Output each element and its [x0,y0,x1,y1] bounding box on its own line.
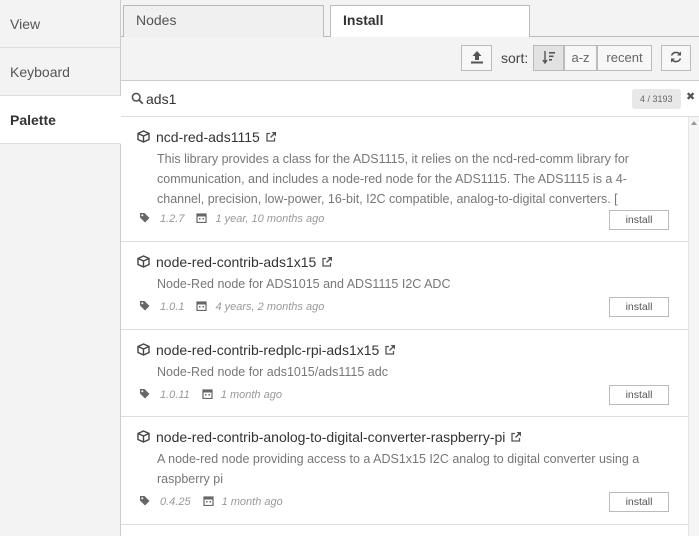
calendar-icon [202,389,213,399]
external-link-icon[interactable] [510,431,522,443]
settings-sidebar: View Keyboard Palette [0,0,121,536]
cube-icon [137,130,150,143]
external-link-icon[interactable] [265,131,277,143]
list-item: ncd-red-ads1115 This library provides a … [121,117,688,242]
package-meta: 1.2.7 1 year, 10 months ago [139,212,324,225]
result-count-badge: 4 / 3193 [632,89,681,109]
scroll-up-icon[interactable] [691,121,697,125]
refresh-icon [670,51,682,63]
package-updated: 4 years, 2 months ago [215,301,325,313]
cube-icon [137,255,150,268]
external-link-icon[interactable] [384,344,396,356]
tab-nodes[interactable]: Nodes [123,5,324,37]
list-item: node-red-contrib-redplc-rpi-ads1x15 Node… [121,330,688,417]
package-version: 1.0.1 [160,301,185,313]
package-version: 1.0.11 [160,389,190,401]
package-name: node-red-contrib-redplc-rpi-ads1x15 [156,342,380,358]
package-updated: 1 month ago [220,389,282,401]
sidebar-item-view[interactable]: View [0,0,120,48]
search-bar: 4 / 3193 ✖ [121,81,699,117]
sort-recent-button[interactable]: recent [597,45,652,71]
package-description: Node-Red node for ADS1015 and ADS1115 I2… [157,277,451,291]
refresh-button[interactable] [661,45,691,71]
scrollbar[interactable] [688,117,699,536]
tab-bar: Nodes Install [121,0,699,38]
package-meta: 0.4.25 1 month ago [139,495,283,508]
cube-icon [137,343,150,356]
tag-icon [140,213,150,223]
package-title: node-red-contrib-redplc-rpi-ads1x15 [137,342,396,358]
cube-icon [137,430,150,443]
package-description: Node-Red node for ads1015/ads1115 adc [157,365,388,379]
palette-panel: Nodes Install sort: a-z recent ads1 4 / … [121,0,699,536]
tag-icon [140,496,150,506]
install-button[interactable]: install [609,385,669,405]
package-title: node-red-contrib-anolog-to-digital-conve… [137,429,522,445]
sidebar-item-keyboard[interactable]: Keyboard [0,48,120,96]
upload-icon [470,51,483,64]
install-button[interactable]: install [609,297,669,317]
package-title: node-red-contrib-ads1x15 [137,254,333,270]
package-description: A node-red node providing access to a AD… [157,452,640,486]
package-name: ncd-red-ads1115 [156,129,260,145]
install-button[interactable]: install [609,492,669,512]
package-meta: 1.0.1 4 years, 2 months ago [139,300,324,313]
sort-relevance-button[interactable] [533,45,564,71]
sort-amount-icon [541,51,555,65]
list-item: node-red-contrib-ads1x15 Node-Red node f… [121,242,688,330]
package-name: node-red-contrib-anolog-to-digital-conve… [156,429,506,445]
package-version: 1.2.7 [160,213,185,225]
package-updated: 1 year, 10 months ago [215,213,325,225]
search-input[interactable] [146,89,626,109]
list-item: node-red-contrib-anolog-to-digital-conve… [121,417,688,525]
install-button[interactable]: install [609,210,669,230]
search-icon [131,92,144,105]
tab-install[interactable]: Install [330,5,530,38]
sidebar-item-palette[interactable]: Palette [0,96,121,144]
upload-button[interactable] [461,45,492,71]
install-toolbar: sort: a-z recent [121,37,699,81]
external-link-icon[interactable] [321,256,333,268]
package-title: ncd-red-ads1115 [137,129,277,145]
calendar-icon [196,213,208,223]
sort-az-button[interactable]: a-z [564,45,597,71]
results-list: ncd-red-ads1115 This library provides a … [121,117,688,536]
tag-icon [140,389,150,399]
clear-search-icon[interactable]: ✖ [686,90,695,103]
package-updated: 1 month ago [221,496,283,508]
calendar-icon [202,496,214,506]
package-name: node-red-contrib-ads1x15 [156,254,317,270]
package-description: This library provides a class for the AD… [157,152,629,206]
package-meta: 1.0.11 1 month ago [139,388,282,401]
sort-label: sort: [501,50,529,66]
tag-icon [140,301,150,311]
package-version: 0.4.25 [160,496,191,508]
calendar-icon [196,301,208,311]
